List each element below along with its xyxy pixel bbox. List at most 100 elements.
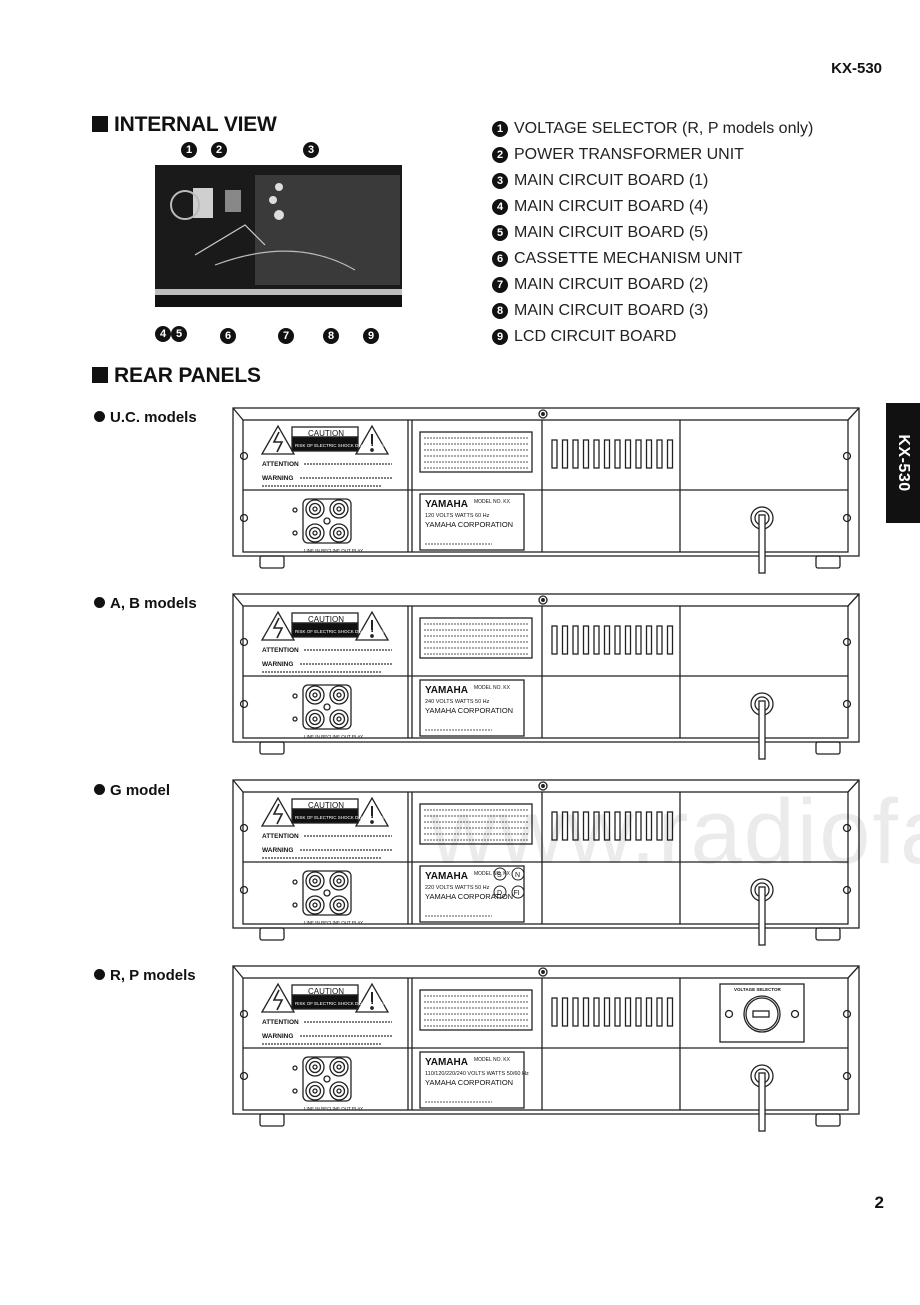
vent-slot bbox=[635, 625, 642, 655]
vent-slot bbox=[624, 997, 632, 1027]
vent-slot bbox=[666, 997, 674, 1027]
vent-slot bbox=[624, 439, 632, 469]
rca-jack-icon bbox=[305, 709, 325, 729]
rca-jack-icon bbox=[329, 523, 349, 543]
vent-slot bbox=[593, 997, 600, 1027]
rca-jack-icon bbox=[329, 499, 349, 519]
caution-label: CAUTION bbox=[308, 987, 344, 996]
vent-slot bbox=[635, 997, 642, 1027]
vent-slot bbox=[582, 439, 590, 469]
corporation-label: YAMAHA CORPORATION bbox=[425, 520, 513, 529]
line-in-label: LINE IN REC bbox=[304, 1106, 331, 1111]
line-out-label: LINE OUT PLAY bbox=[330, 920, 363, 925]
power-cord bbox=[758, 886, 766, 946]
rca-jack-icon bbox=[305, 1081, 325, 1101]
vent-slot bbox=[666, 625, 674, 655]
warning-label: WARNING bbox=[262, 847, 293, 854]
brand-label: YAMAHA bbox=[425, 1057, 468, 1068]
side-screw-icon bbox=[842, 1071, 852, 1081]
caution-label: CAUTION bbox=[308, 615, 344, 624]
side-screw-icon bbox=[239, 885, 249, 895]
line-in-label: LINE IN REC bbox=[304, 920, 331, 925]
side-screw-icon bbox=[842, 1009, 852, 1019]
square-bullet-icon bbox=[92, 116, 108, 132]
safety-mark-label: D bbox=[497, 890, 502, 897]
side-screw-icon bbox=[842, 699, 852, 709]
vent-slot bbox=[593, 625, 600, 655]
legend-item: 8 MAIN CIRCUIT BOARD (3) bbox=[492, 298, 813, 324]
vent-slot bbox=[656, 997, 663, 1027]
foot-left bbox=[259, 927, 285, 941]
safety-mark-label: FI bbox=[514, 890, 520, 897]
voltage-selector-slot bbox=[752, 1010, 770, 1018]
vent-slot bbox=[656, 625, 663, 655]
model-label-ab: A, B models bbox=[94, 595, 197, 612]
corporation-label: YAMAHA CORPORATION bbox=[425, 1078, 513, 1087]
rca-jack-icon bbox=[329, 871, 349, 891]
model-label-uc: U.C. models bbox=[94, 409, 197, 426]
line-out-label: LINE OUT PLAY bbox=[330, 1106, 363, 1111]
side-screw-icon bbox=[239, 823, 249, 833]
vent-slot bbox=[624, 625, 632, 655]
internal-view-title: INTERNAL VIEW bbox=[114, 113, 277, 136]
rca-jack-icon bbox=[305, 895, 325, 915]
caution-label: CAUTION bbox=[308, 801, 344, 810]
legend-item: 7 MAIN CIRCUIT BOARD (2) bbox=[492, 272, 813, 298]
vent-slot bbox=[551, 625, 558, 655]
line-out-label: LINE OUT PLAY bbox=[330, 734, 363, 739]
attention-label: ATTENTION bbox=[262, 833, 299, 840]
side-screw-icon bbox=[842, 637, 852, 647]
rca-jack-icon bbox=[305, 523, 325, 543]
foot-right bbox=[815, 741, 841, 755]
line-in-label: LINE IN REC bbox=[304, 734, 331, 739]
side-screw-icon bbox=[842, 451, 852, 461]
model-no-label: MODEL NO. KX bbox=[474, 685, 511, 691]
bullet-icon bbox=[94, 411, 105, 422]
vent-slot bbox=[572, 625, 579, 655]
callout-4: 4 bbox=[155, 326, 171, 342]
side-screw-icon bbox=[239, 699, 249, 709]
brand-label: YAMAHA bbox=[425, 499, 468, 510]
side-screw-icon bbox=[842, 885, 852, 895]
rear-panel-drawing: CAUTION RISK OF ELECTRIC SHOCK DO NOT OPE… bbox=[232, 965, 860, 1132]
rear-panels-title: REAR PANELS bbox=[114, 364, 261, 387]
attention-label: ATTENTION bbox=[262, 647, 299, 654]
ground-terminal-icon bbox=[323, 1075, 331, 1083]
line-in-label: LINE IN REC bbox=[304, 548, 331, 553]
model-label-g: G model bbox=[94, 782, 170, 799]
voltage-selector-dial bbox=[743, 995, 781, 1033]
legend-item: 3 MAIN CIRCUIT BOARD (1) bbox=[492, 168, 813, 194]
watermark: www.radiofans.c bbox=[430, 781, 920, 883]
ground-terminal-icon bbox=[323, 889, 331, 897]
line-out-label: LINE OUT PLAY bbox=[330, 548, 363, 553]
rca-jack-icon bbox=[329, 1057, 349, 1077]
vent-slot bbox=[614, 997, 621, 1027]
bullet-icon bbox=[94, 969, 105, 980]
rca-jack-icon bbox=[305, 871, 325, 891]
foot-left bbox=[259, 1113, 285, 1127]
side-tab: KX-530 bbox=[886, 403, 920, 523]
rca-jack-icon bbox=[329, 709, 349, 729]
ground-terminal-icon bbox=[323, 517, 331, 525]
vent-slot bbox=[645, 625, 653, 655]
vent-slot bbox=[572, 439, 579, 469]
internal-view-photo bbox=[155, 165, 402, 307]
legend-item: 1 VOLTAGE SELECTOR (R, P models only) bbox=[492, 116, 813, 142]
side-screw-icon bbox=[239, 1009, 249, 1019]
vent-slot bbox=[603, 439, 611, 469]
foot-right bbox=[815, 1113, 841, 1127]
brand-label: YAMAHA bbox=[425, 685, 468, 696]
rca-jack-icon bbox=[305, 499, 325, 519]
parts-legend: 1 VOLTAGE SELECTOR (R, P models only) 2 PO… bbox=[492, 116, 813, 350]
power-cord bbox=[758, 514, 766, 574]
rating-text: 120 VOLTS WATTS 60 Hz bbox=[425, 513, 490, 519]
callout-5: 5 bbox=[171, 326, 187, 342]
vent-slot bbox=[582, 625, 590, 655]
callouts-bottom-left: 4 5 bbox=[155, 326, 187, 342]
caution-label: CAUTION bbox=[308, 429, 344, 438]
side-screw-icon bbox=[239, 451, 249, 461]
rca-jack-icon bbox=[305, 685, 325, 705]
rating-text: 220 VOLTS WATTS 50 Hz bbox=[425, 885, 490, 891]
rca-jack-icon bbox=[305, 1057, 325, 1077]
side-screw-icon bbox=[842, 513, 852, 523]
